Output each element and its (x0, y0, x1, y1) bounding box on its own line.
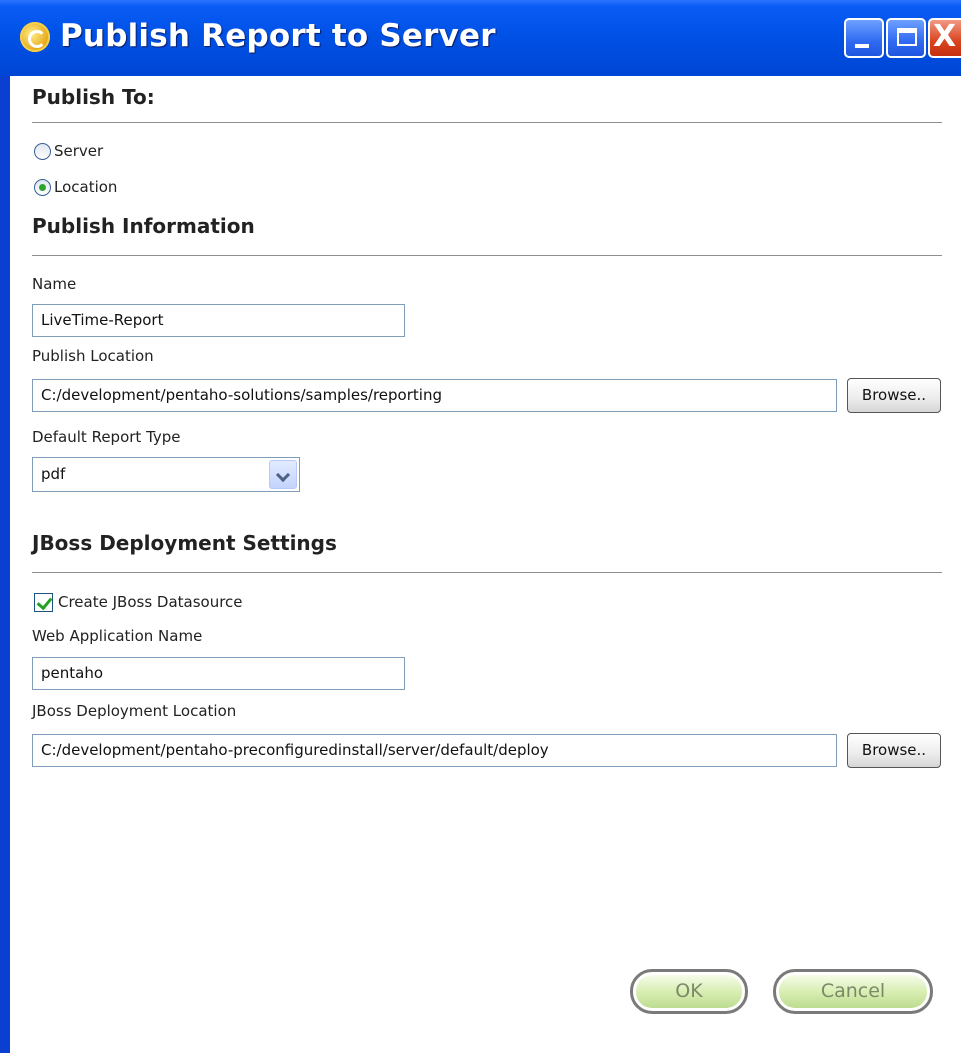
name-field[interactable]: LiveTime-Report (32, 304, 405, 337)
report-type-value: pdf (41, 465, 66, 483)
web-application-name-field[interactable]: pentaho (32, 657, 405, 690)
publish-to-heading: Publish To: (32, 85, 155, 109)
maximize-icon[interactable] (886, 18, 926, 58)
create-datasource-checkbox[interactable] (34, 593, 53, 612)
divider (32, 572, 942, 574)
radio-location[interactable] (34, 179, 51, 196)
publish-location-label: Publish Location (32, 347, 154, 365)
jboss-deployment-location-label: JBoss Deployment Location (32, 702, 237, 720)
radio-server[interactable] (34, 143, 51, 160)
app-icon (20, 22, 50, 52)
web-application-name-label: Web Application Name (32, 627, 203, 645)
default-report-type-label: Default Report Type (32, 428, 181, 446)
jboss-deployment-location-field[interactable]: C:/development/pentaho-preconfiguredinst… (32, 734, 837, 767)
report-type-select[interactable]: pdf (32, 457, 300, 492)
name-label: Name (32, 275, 77, 293)
divider (32, 122, 942, 124)
close-icon[interactable]: X (928, 18, 961, 58)
checkmark-icon (36, 593, 53, 611)
create-datasource-label[interactable]: Create JBoss Datasource (58, 593, 243, 611)
title-bar[interactable]: Publish Report to Server X (0, 0, 961, 76)
radio-server-label[interactable]: Server (54, 142, 103, 160)
dialog-content: Publish To: Server Location Publish Info… (10, 76, 961, 1053)
cancel-button[interactable]: Cancel (773, 969, 933, 1014)
divider (32, 255, 942, 257)
publish-information-heading: Publish Information (32, 214, 255, 238)
chevron-down-icon[interactable] (269, 460, 297, 489)
dialog-window: Publish Report to Server X Publish To: S… (0, 0, 961, 1053)
jboss-location-browse-button[interactable]: Browse.. (847, 733, 941, 768)
publish-location-browse-button[interactable]: Browse.. (847, 378, 941, 413)
radio-location-label[interactable]: Location (54, 178, 117, 196)
ok-button[interactable]: OK (630, 969, 748, 1014)
close-glyph: X (933, 19, 957, 54)
jboss-heading: JBoss Deployment Settings (32, 531, 337, 555)
publish-location-field[interactable]: C:/development/pentaho-solutions/samples… (32, 379, 837, 412)
window-title: Publish Report to Server (60, 18, 496, 54)
minimize-icon[interactable] (844, 18, 884, 58)
